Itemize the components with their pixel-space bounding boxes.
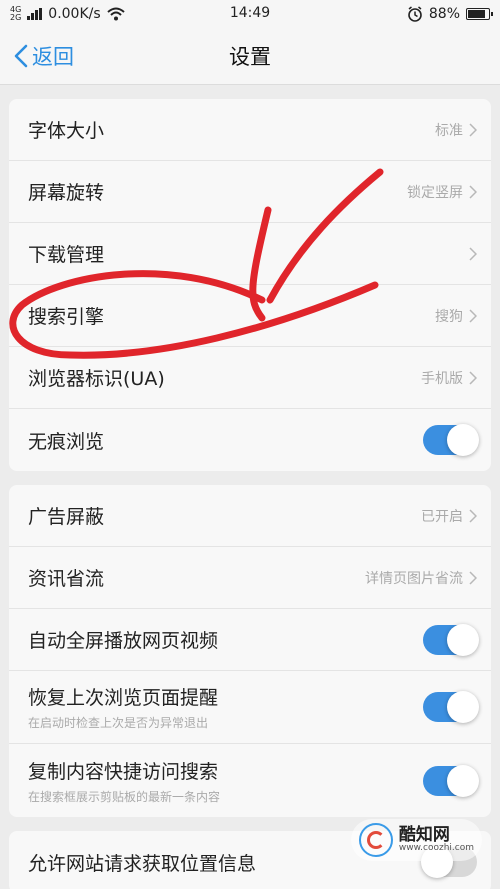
settings-row-label: 自动全屏播放网页视频 xyxy=(28,630,219,652)
toggle-knob xyxy=(447,764,479,797)
settings-row-label: 下载管理 xyxy=(28,244,105,266)
toggle-knob xyxy=(447,691,479,723)
coozhi-logo-icon xyxy=(358,823,393,857)
settings-row[interactable]: 无痕浏览 xyxy=(9,409,491,471)
settings-row[interactable]: 恢复上次浏览页面提醒在启动时检查上次是否为异常退出 xyxy=(9,671,491,744)
status-right: 88% xyxy=(407,6,493,22)
status-bar: 4G 2G 0.00K/s 88% xyxy=(0,0,500,28)
toggle-switch[interactable] xyxy=(423,424,479,456)
battery-percent: 88% xyxy=(428,6,460,22)
settings-row-label: 复制内容快捷访问搜索 xyxy=(28,760,219,783)
page-title: 设置 xyxy=(229,45,271,69)
settings-row[interactable]: 屏幕旋转 锁定竖屏 xyxy=(9,161,491,223)
toggle-switch[interactable] xyxy=(423,764,479,797)
settings-row[interactable]: 广告屏蔽 已开启 xyxy=(9,485,491,547)
status-left: 4G 2G 0.00K/s xyxy=(10,6,125,22)
nav-bar: 返回 设置 xyxy=(0,28,500,85)
signal-icon xyxy=(27,8,43,20)
settings-row[interactable]: 下载管理 xyxy=(9,223,491,285)
wifi-icon xyxy=(107,7,125,21)
settings-list: 字体大小 标准屏幕旋转 锁定竖屏下载管理搜索引擎 搜狗浏览器标识(UA) 手机版无痕浏览… xyxy=(0,99,500,889)
settings-row-label: 字体大小 xyxy=(28,120,105,142)
chevron-right-icon xyxy=(469,370,477,385)
settings-row-label: 恢复上次浏览页面提醒 xyxy=(28,687,219,709)
settings-row-value: 详情页图片省流 xyxy=(365,570,463,587)
chevron-left-icon xyxy=(14,44,28,68)
settings-row-description: 在启动时检查上次是否为异常退出 xyxy=(28,716,209,730)
settings-group: 广告屏蔽 已开启资讯省流 详情页图片省流自动全屏播放网页视频 恢复上次浏览页面提醒在启… xyxy=(9,485,491,817)
toggle-knob xyxy=(447,623,479,656)
toggle-switch[interactable] xyxy=(423,623,479,656)
settings-row-value: 已开启 xyxy=(421,508,463,525)
watermark-url: www.coozhi.com xyxy=(398,843,474,854)
settings-row-value: 锁定竖屏 xyxy=(407,184,463,201)
settings-row-label: 无痕浏览 xyxy=(28,430,105,453)
settings-row[interactable]: 搜索引擎 搜狗 xyxy=(9,285,491,347)
network-type: 4G 2G xyxy=(10,6,21,22)
settings-row-label: 屏幕旋转 xyxy=(28,182,105,204)
toggle-knob xyxy=(447,424,479,456)
settings-row-label: 广告屏蔽 xyxy=(28,506,105,528)
chevron-right-icon xyxy=(469,308,477,323)
settings-row-value: 搜狗 xyxy=(435,308,463,325)
settings-row-label: 允许网站请求获取位置信息 xyxy=(28,852,257,875)
battery-icon xyxy=(466,8,493,20)
chevron-right-icon xyxy=(469,570,477,585)
back-label: 返回 xyxy=(32,45,74,69)
settings-row-label: 搜索引擎 xyxy=(28,306,105,328)
settings-row-value: 标准 xyxy=(435,122,463,139)
settings-row[interactable]: 浏览器标识(UA) 手机版 xyxy=(9,347,491,409)
watermark: 酷知网 www.coozhi.com xyxy=(350,819,482,861)
chevron-right-icon xyxy=(469,184,477,199)
settings-row[interactable]: 复制内容快捷访问搜索在搜索框展示剪贴板的最新一条内容 xyxy=(9,744,491,817)
alarm-icon xyxy=(408,6,422,22)
settings-row-label: 资讯省流 xyxy=(28,568,105,590)
watermark-name: 酷知网 xyxy=(398,824,450,845)
settings-row[interactable]: 自动全屏播放网页视频 xyxy=(9,609,491,671)
chevron-right-icon xyxy=(469,246,477,261)
settings-row-value: 手机版 xyxy=(421,370,463,387)
chevron-right-icon xyxy=(469,508,477,523)
back-button[interactable]: 返回 xyxy=(0,41,74,71)
network-speed: 0.00K/s xyxy=(48,6,101,22)
settings-row[interactable]: 资讯省流 详情页图片省流 xyxy=(9,547,491,609)
toggle-switch[interactable] xyxy=(423,691,479,723)
settings-row-description: 在搜索框展示剪贴板的最新一条内容 xyxy=(28,789,221,804)
settings-row-label: 浏览器标识(UA) xyxy=(28,368,165,390)
settings-group: 字体大小 标准屏幕旋转 锁定竖屏下载管理搜索引擎 搜狗浏览器标识(UA) 手机版无痕浏览 xyxy=(9,99,491,471)
chevron-right-icon xyxy=(469,122,477,137)
network-bottom-label: 2G xyxy=(10,13,22,22)
settings-row[interactable]: 字体大小 标准 xyxy=(9,99,491,161)
